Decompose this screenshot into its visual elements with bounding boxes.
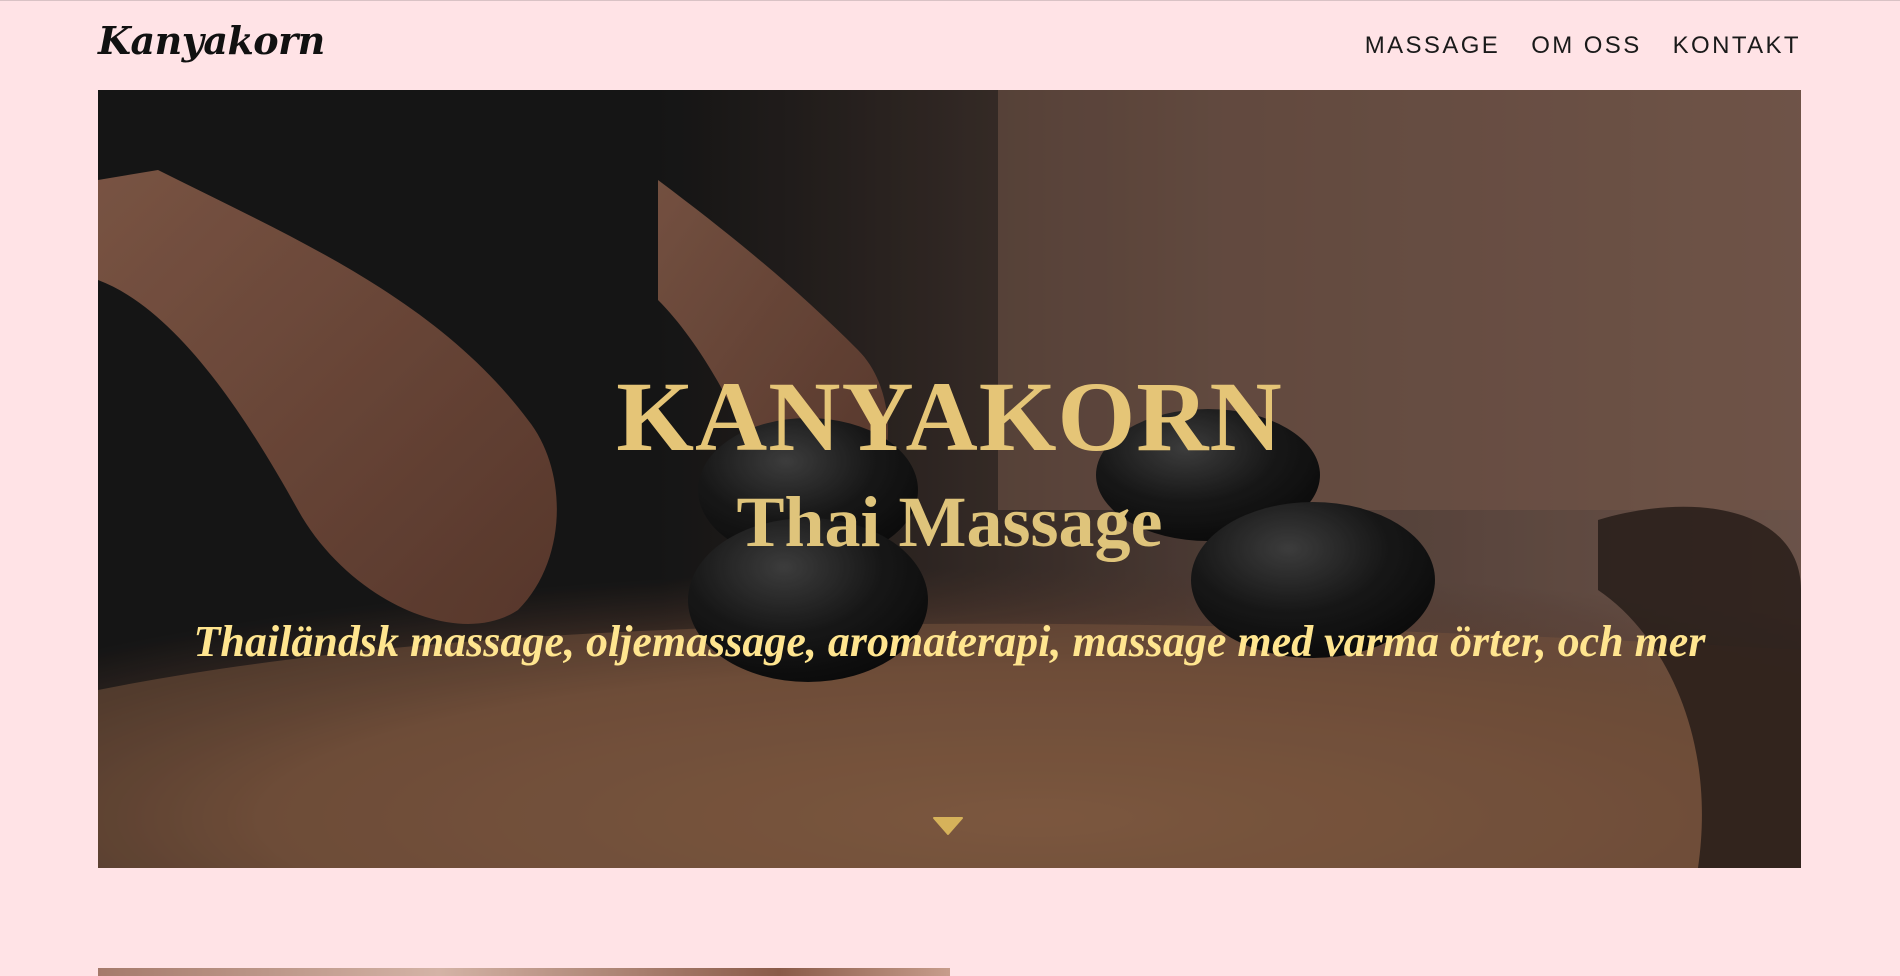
next-section-image	[98, 968, 950, 976]
site-logo[interactable]: Kanyakorn	[98, 18, 325, 63]
hero-banner: KANYAKORN Thai Massage Thailändsk massag…	[98, 90, 1801, 868]
hero-content: KANYAKORN Thai Massage Thailändsk massag…	[98, 90, 1801, 868]
hero-subtitle: Thai Massage	[736, 482, 1163, 562]
hero-title: KANYAKORN	[616, 361, 1283, 472]
nav-item-kontakt[interactable]: KONTAKT	[1673, 32, 1801, 60]
nav-item-massage[interactable]: MASSAGE	[1365, 32, 1501, 60]
nav-item-om-oss[interactable]: OM OSS	[1531, 32, 1641, 60]
chevron-down-icon[interactable]	[932, 816, 964, 836]
main-nav: MASSAGE OM OSS KONTAKT	[1365, 32, 1801, 60]
site-header: Kanyakorn MASSAGE OM OSS KONTAKT	[98, 0, 1801, 90]
hero-tagline: Thailändsk massage, oljemassage, aromate…	[193, 617, 1706, 666]
